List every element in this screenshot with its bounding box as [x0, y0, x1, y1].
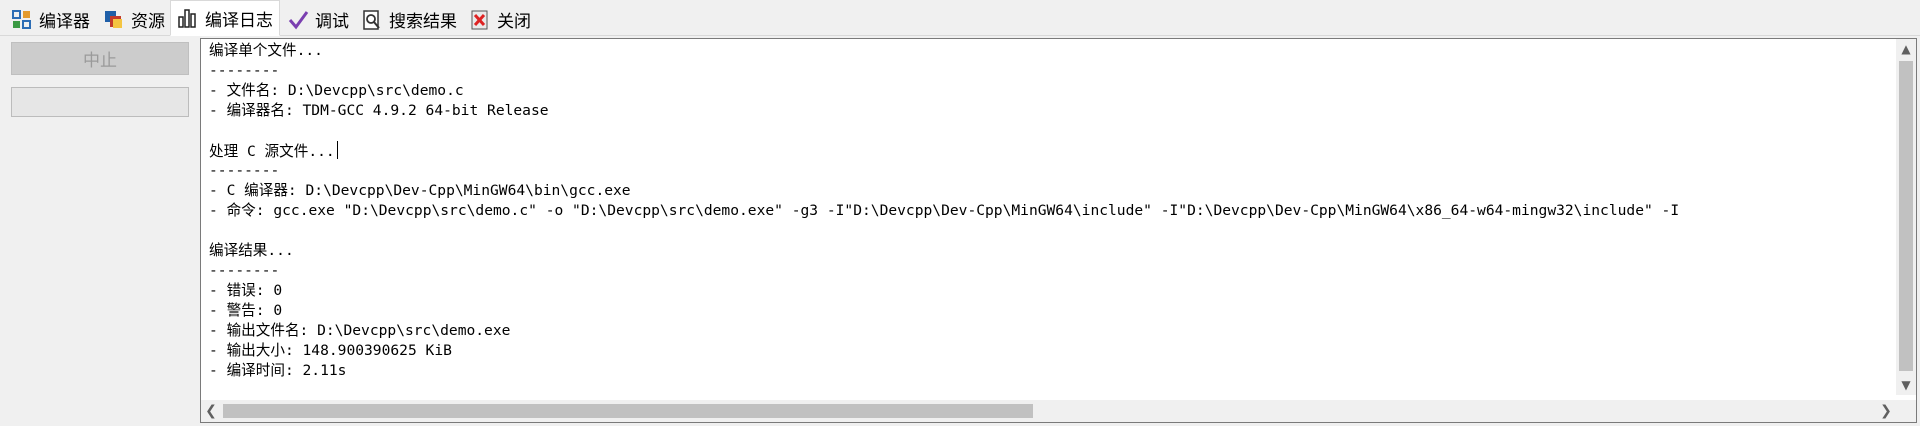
abort-button[interactable]: 中止	[11, 42, 189, 75]
log-line: --------	[209, 261, 1889, 281]
log-line-text: - 编译器名: TDM-GCC 4.9.2 64-bit Release	[209, 102, 549, 119]
log-line-text: 处理 C 源文件...	[209, 143, 335, 160]
abort-button-label: 中止	[83, 51, 117, 71]
log-line-text: - 输出大小: 148.900390625 KiB	[209, 342, 452, 359]
log-line-text: - 警告: 0	[209, 302, 283, 319]
scroll-up-icon[interactable]: ▲	[1896, 39, 1916, 59]
log-line-text: - 输出文件名: D:\Devcpp\src\demo.exe	[209, 322, 511, 339]
log-line-text: - 编译时间: 2.11s	[209, 362, 347, 379]
log-line-text: 编译结果...	[209, 242, 294, 259]
log-line-text: - C 编译器: D:\Devcpp\Dev-Cpp\MinGW64\bin\g…	[209, 182, 631, 199]
bottom-tab-bar: 编译器 资源 编译日志 调试 搜索结果 关闭	[0, 0, 1920, 36]
horizontal-scroll-thumb[interactable]	[223, 404, 1033, 418]
tab-label: 关闭	[497, 12, 531, 32]
resources-icon	[103, 9, 125, 31]
log-line: 处理 C 源文件...	[209, 141, 1889, 161]
log-line-text: 编译单个文件...	[209, 42, 323, 59]
log-line: - 编译时间: 2.11s	[209, 361, 1889, 381]
log-line: 编译结果...	[209, 241, 1889, 261]
compile-log-pane[interactable]: 编译单个文件... -------- - 文件名: D:\Devcpp\src\de…	[200, 38, 1917, 423]
log-line: - 警告: 0	[209, 301, 1889, 321]
scroll-down-icon[interactable]: ▼	[1896, 375, 1916, 395]
tab-compiler[interactable]: 编译器	[4, 4, 97, 35]
tab-compile-log[interactable]: 编译日志	[170, 0, 280, 36]
log-line-text: --------	[209, 62, 280, 79]
log-line-text: --------	[209, 162, 280, 179]
tab-debug[interactable]: 调试	[280, 4, 356, 35]
grid-icon	[11, 9, 33, 31]
vertical-scrollbar[interactable]: ▲ ▼	[1896, 39, 1916, 395]
log-line: - 错误: 0	[209, 281, 1889, 301]
log-line: 编译单个文件...	[209, 41, 1889, 61]
tab-divider	[0, 35, 1920, 36]
bar-chart-icon	[177, 7, 199, 29]
log-line: - 输出文件名: D:\Devcpp\src\demo.exe	[209, 321, 1889, 341]
tab-resources[interactable]: 资源	[96, 4, 172, 35]
search-document-icon	[361, 9, 383, 31]
log-line-text: --------	[209, 262, 280, 279]
log-line: - 命令: gcc.exe "D:\Devcpp\src\demo.c" -o …	[209, 201, 1889, 221]
log-line: - 编译器名: TDM-GCC 4.9.2 64-bit Release	[209, 101, 1889, 121]
tab-close[interactable]: 关闭	[462, 4, 538, 35]
close-icon	[469, 9, 491, 31]
text-caret	[336, 141, 338, 159]
tab-label: 搜索结果	[389, 12, 457, 32]
tab-label: 资源	[131, 12, 165, 32]
horizontal-scrollbar[interactable]: ❮ ❯	[201, 400, 1896, 422]
check-icon	[287, 9, 309, 31]
tab-search-results[interactable]: 搜索结果	[354, 4, 464, 35]
log-line: --------	[209, 61, 1889, 81]
log-line: - C 编译器: D:\Devcpp\Dev-Cpp\MinGW64\bin\g…	[209, 181, 1889, 201]
tab-label: 调试	[315, 12, 349, 32]
compile-log-text[interactable]: 编译单个文件... -------- - 文件名: D:\Devcpp\src\de…	[209, 41, 1889, 397]
tab-label: 编译日志	[205, 10, 273, 31]
log-line: - 文件名: D:\Devcpp\src\demo.c	[209, 81, 1889, 101]
scroll-left-icon[interactable]: ❮	[201, 400, 221, 422]
scrollbar-corner	[1896, 400, 1916, 422]
log-line-text: - 文件名: D:\Devcpp\src\demo.c	[209, 82, 464, 99]
log-line-text: - 命令: gcc.exe "D:\Devcpp\src\demo.c" -o …	[209, 202, 1680, 219]
vertical-scroll-thumb[interactable]	[1899, 61, 1913, 371]
scroll-right-icon[interactable]: ❯	[1876, 400, 1896, 422]
log-line-text: - 错误: 0	[209, 282, 283, 299]
tab-label: 编译器	[39, 12, 90, 32]
log-line: --------	[209, 161, 1889, 181]
compile-progress-bar	[11, 87, 189, 117]
log-line: - 输出大小: 148.900390625 KiB	[209, 341, 1889, 361]
